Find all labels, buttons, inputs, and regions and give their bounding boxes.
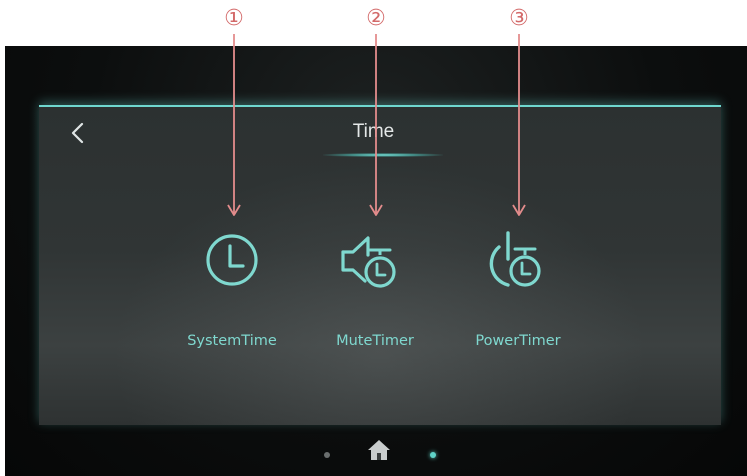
power-timer-tile[interactable]: PowerTimer	[453, 225, 583, 355]
tile-label: PowerTimer	[475, 333, 561, 349]
arrow-down-icon	[227, 34, 241, 216]
home-button[interactable]	[367, 438, 391, 462]
mute-timer-tile[interactable]: MuteTimer	[310, 225, 440, 355]
clock-icon	[206, 234, 258, 286]
arrow-down-icon	[369, 34, 383, 216]
callout-2: ②	[356, 0, 396, 220]
page-dot[interactable]	[324, 452, 330, 458]
bottom-nav	[270, 430, 470, 476]
page-dot-active[interactable]	[430, 452, 436, 458]
tile-label: SystemTime	[187, 333, 277, 349]
mute-timer-icon	[341, 236, 396, 288]
system-time-tile[interactable]: SystemTime	[167, 225, 297, 355]
tile-label: MuteTimer	[336, 333, 414, 349]
callout-3: ③	[499, 0, 539, 220]
power-timer-icon	[489, 231, 541, 287]
arrow-down-icon	[512, 34, 526, 216]
callout-1: ①	[214, 0, 254, 220]
home-icon	[368, 440, 390, 460]
